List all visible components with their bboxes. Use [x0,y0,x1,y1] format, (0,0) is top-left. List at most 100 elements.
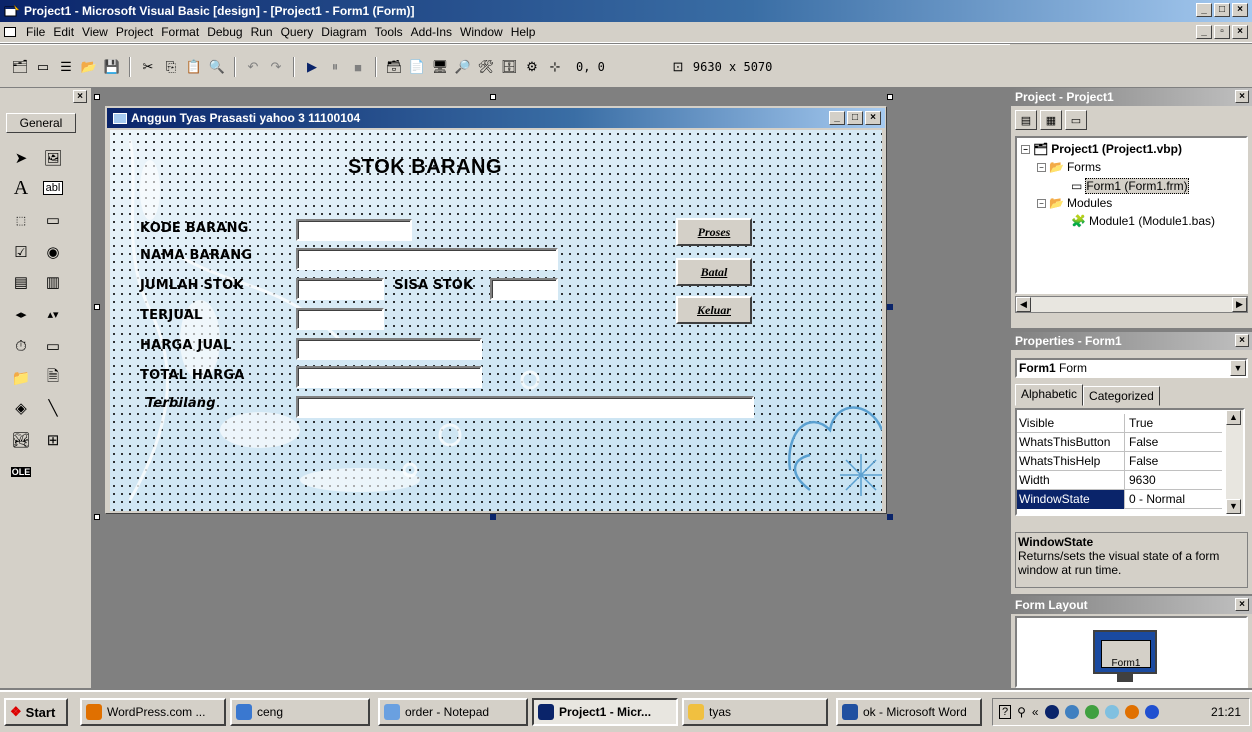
project-explorer-icon[interactable]: 🗃 [384,58,404,76]
project-tree[interactable]: − 🗂 Project1 (Project1.vbp) − 📂 Forms ▭ … [1015,136,1248,294]
redo-icon[interactable]: ↷ [266,58,286,76]
property-value[interactable]: True [1127,414,1153,433]
form1-window[interactable]: Anggun Tyas Prasasti yahoo 3 11100104 _ … [105,106,887,514]
tree-modules-folder[interactable]: − 📂 Modules [1037,196,1112,210]
timer-tool-icon[interactable]: ⏱ [8,334,34,358]
frame-tool-icon[interactable]: ⬚ [8,208,34,232]
line-tool-icon[interactable]: ╲ [40,396,66,420]
form-close-button[interactable]: × [865,111,881,125]
toggle-folders-icon[interactable]: ▭ [1065,110,1087,130]
security-icon[interactable] [1084,705,1099,719]
picturebox-icon[interactable]: 🖼 [40,146,66,170]
listbox-tool-icon[interactable]: ▥ [40,270,66,294]
cut-icon[interactable]: ✂ [138,58,158,76]
terjual-input[interactable] [296,308,384,330]
help-icon[interactable]: ? [999,705,1012,719]
task-visual-basic[interactable]: Project1 - Micr... [532,698,678,726]
toolbox-close-button[interactable]: × [73,90,87,103]
copy-icon[interactable]: ⎘ [161,58,181,76]
form-minimize-button[interactable]: _ [829,111,845,125]
form-layout-icon[interactable]: 🖥 [430,58,450,76]
open-project-icon[interactable]: 📂 [79,58,99,76]
tree-module1[interactable]: 🧩 Module1 (Module1.bas) [1071,214,1215,228]
collapse-icon[interactable]: − [1037,162,1046,172]
property-value[interactable]: False [1127,452,1158,471]
property-value[interactable]: False [1127,433,1158,452]
hscrollbar-tool-icon[interactable]: ◂▸ [8,302,34,326]
network-icon[interactable] [1064,705,1079,719]
menu-help[interactable]: Help [507,25,540,39]
clock[interactable]: 21:21 [1211,705,1241,719]
task-tyas-folder[interactable]: tyas [682,698,828,726]
start-button[interactable]: ❖ Start [4,698,68,726]
commandbutton-tool-icon[interactable]: ▭ [40,208,66,232]
form1-client-area[interactable]: STOK BARANG KODE BARANG NAMA BARANG JUML… [110,130,882,511]
menu-edit[interactable]: Edit [49,25,78,39]
nama-barang-input[interactable] [296,248,558,270]
optionbutton-tool-icon[interactable]: ◉ [40,240,66,264]
toolbox-general-tab[interactable]: General [6,113,76,133]
find-icon[interactable]: 🔍 [207,58,227,76]
toolbox-icon[interactable]: 🛠 [476,58,496,76]
messenger-icon[interactable] [1104,705,1119,719]
terbilang-input[interactable] [296,396,754,418]
selection-handle[interactable] [887,94,893,100]
selection-handle[interactable] [490,94,496,100]
paste-icon[interactable]: 📋 [184,58,204,76]
minimize-button[interactable]: _ [1196,3,1212,17]
menu-debug[interactable]: Debug [203,25,246,39]
property-value[interactable]: 9630 [1127,471,1156,490]
textbox-tool-icon[interactable]: abl [40,176,66,200]
scroll-up-icon[interactable]: ▲ [1226,410,1241,425]
property-vscrollbar[interactable]: ▲ ▼ [1226,410,1243,514]
sisa-stok-input[interactable] [490,278,558,300]
image-tool-icon[interactable]: 🏞 [8,428,34,452]
property-row[interactable]: WhatsThisButton False [1017,433,1222,452]
scroll-right-icon[interactable]: ▶ [1232,297,1247,312]
mdi-minimize-button[interactable]: _ [1196,25,1212,39]
ole-tool-icon[interactable]: OLE [8,460,34,484]
property-row[interactable]: Width 9630 [1017,471,1222,490]
batal-button[interactable]: Batal [676,258,752,286]
menu-project[interactable]: Project [112,25,157,39]
selection-handle[interactable] [94,514,100,520]
selection-handle[interactable] [94,304,100,310]
save-icon[interactable]: 💾 [102,58,122,76]
mdi-child-icon[interactable] [4,27,16,37]
data-view-icon[interactable]: 🗄 [499,58,519,76]
break-icon[interactable]: ⏸ [325,58,345,76]
task-word[interactable]: ok - Microsoft Word [836,698,982,726]
selection-handle[interactable] [490,514,496,520]
shape-tool-icon[interactable]: ◈ [8,396,34,420]
property-grid[interactable]: Visible True WhatsThisButton False Whats… [1015,408,1245,516]
scroll-down-icon[interactable]: ▼ [1226,499,1241,514]
menu-addins[interactable]: Add-Ins [407,25,456,39]
properties-window-icon[interactable]: 📄 [407,58,427,76]
menu-file[interactable]: File [22,25,49,39]
keluar-button[interactable]: Keluar [676,296,752,324]
proses-button[interactable]: Proses [676,218,752,246]
selection-handle[interactable] [887,304,893,310]
property-row-selected[interactable]: WindowState 0 - Normal [1017,490,1222,509]
tree-project-root[interactable]: − 🗂 Project1 (Project1.vbp) [1021,142,1182,156]
view-object-icon[interactable]: ▦ [1040,110,1062,130]
menu-run[interactable]: Run [247,25,277,39]
mini-form[interactable]: Form1 [1101,640,1151,668]
selection-handle[interactable] [887,514,893,520]
pointer-icon[interactable]: ➤ [8,146,34,170]
object-browser-icon[interactable]: 🔎 [453,58,473,76]
collapse-icon[interactable]: − [1021,144,1030,154]
bluetooth-icon[interactable] [1144,705,1159,719]
component-manager-icon[interactable]: ⚙ [522,58,542,76]
total-harga-input[interactable] [296,366,482,388]
tray-expand-icon[interactable]: « [1032,705,1039,719]
filelistbox-tool-icon[interactable]: 🗎 [40,366,66,390]
dirlistbox-tool-icon[interactable]: 📁 [8,366,34,390]
form-maximize-button[interactable]: □ [847,111,863,125]
add-project-icon[interactable]: 🗂 [10,58,30,76]
update-icon[interactable] [1124,705,1139,719]
vb-tray-icon[interactable] [1044,705,1059,719]
task-ceng[interactable]: ceng [230,698,370,726]
label-tool-icon[interactable]: A [8,176,34,200]
ime-icon[interactable]: ⚲ [1017,705,1026,719]
